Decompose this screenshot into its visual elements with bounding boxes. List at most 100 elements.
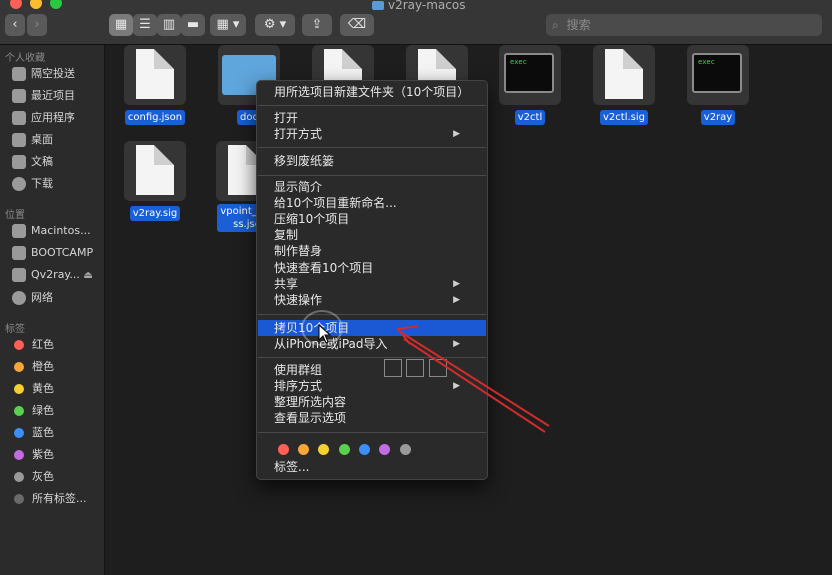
placeholder-square-icon <box>429 359 447 377</box>
menu-separator <box>258 432 486 433</box>
tag-button[interactable]: ⌫ <box>340 14 374 36</box>
file-item[interactable]: exec v2ctl <box>484 45 576 125</box>
share-button[interactable]: ⇪ <box>302 14 332 36</box>
sidebar-all-tags[interactable]: 所有标签... <box>12 490 87 508</box>
menu-item-move-to-trash[interactable]: 移到废纸篓 <box>274 153 334 169</box>
sidebar-item-applications[interactable]: 应用程序 <box>12 109 75 127</box>
applications-icon <box>12 111 26 125</box>
sidebar-tag-orange[interactable]: 橙色 <box>12 358 54 376</box>
file-item[interactable]: v2ctl.sig <box>578 45 670 125</box>
executable-icon: exec <box>499 45 561 105</box>
sidebar-locations-header: 位置 <box>5 210 25 221</box>
tag-color-yellow[interactable] <box>318 444 329 455</box>
tag-color-red[interactable] <box>278 444 289 455</box>
menu-item-show-view-options[interactable]: 查看显示选项 <box>274 410 346 426</box>
green-tag-icon <box>14 406 24 416</box>
sidebar-item-bootcamp[interactable]: BOOTCAMP <box>12 244 93 262</box>
folder-icon <box>372 1 384 10</box>
menu-item-make-alias[interactable]: 制作替身 <box>274 243 322 259</box>
close-window-button[interactable] <box>10 0 22 9</box>
menu-item-import-from-iphone[interactable]: 从iPhone或iPad导入 ▶ <box>274 336 470 352</box>
documents-icon <box>12 155 26 169</box>
document-icon <box>124 45 186 105</box>
minimize-window-button[interactable] <box>30 0 42 9</box>
file-item[interactable]: exec v2ray <box>672 45 764 125</box>
disk-icon <box>12 246 26 260</box>
menu-item-rename[interactable]: 给10个项目重新命名... <box>274 195 397 211</box>
menu-item-new-folder-with-selection[interactable]: 用所选项目新建文件夹（10个项目） <box>274 84 469 100</box>
search-placeholder: 搜索 <box>566 18 591 32</box>
column-view-button[interactable]: ▥ <box>157 14 181 36</box>
menu-item-quick-actions[interactable]: 快速操作 ▶ <box>274 292 470 308</box>
gallery-view-button[interactable]: ▬ <box>181 14 205 36</box>
eject-icon[interactable]: ⏏ <box>83 270 92 281</box>
disk-icon <box>12 268 26 282</box>
document-icon <box>593 45 655 105</box>
disk-icon <box>12 224 26 238</box>
menu-separator <box>258 175 486 176</box>
recents-icon <box>12 89 26 103</box>
red-tag-icon <box>14 340 24 350</box>
sidebar-item-recents[interactable]: 最近项目 <box>12 87 75 105</box>
sidebar-tag-yellow[interactable]: 黄色 <box>12 380 54 398</box>
list-view-button[interactable]: ☰ <box>133 14 157 36</box>
menu-item-open[interactable]: 打开 <box>274 110 298 126</box>
submenu-arrow-icon: ▶ <box>453 279 460 289</box>
sidebar-item-downloads[interactable]: 下载 <box>12 175 53 193</box>
tag-color-blue[interactable] <box>359 444 370 455</box>
orange-tag-icon <box>14 362 24 372</box>
tag-color-green[interactable] <box>339 444 350 455</box>
desktop-icon <box>12 133 26 147</box>
menu-separator <box>258 147 486 148</box>
sidebar-tags-header: 标签 <box>5 324 25 335</box>
icon-view-button[interactable]: ▦ <box>109 14 133 36</box>
menu-item-compress[interactable]: 压缩10个项目 <box>274 211 349 227</box>
search-input[interactable]: ⌕ 搜索 <box>546 14 822 36</box>
menu-separator <box>258 105 486 106</box>
window-title: v2ray-macos <box>372 0 465 12</box>
submenu-arrow-icon: ▶ <box>453 295 460 305</box>
menu-item-clean-up-selection[interactable]: 整理所选内容 <box>274 394 346 410</box>
zoom-window-button[interactable] <box>50 0 62 9</box>
menu-item-duplicate[interactable]: 复制 <box>274 227 298 243</box>
forward-button[interactable]: › <box>27 14 47 36</box>
all-tags-icon <box>14 494 24 504</box>
file-item[interactable]: config.json <box>109 45 201 125</box>
back-button[interactable]: ‹ <box>5 14 25 36</box>
sidebar-item-documents[interactable]: 文稿 <box>12 153 53 171</box>
sidebar-item-macintosh[interactable]: Macintos... <box>12 222 91 240</box>
sidebar-tag-blue[interactable]: 蓝色 <box>12 424 54 442</box>
tag-color-gray[interactable] <box>400 444 411 455</box>
yellow-tag-icon <box>14 384 24 394</box>
menu-item-quick-look[interactable]: 快速查看10个项目 <box>274 260 373 276</box>
context-menu: 用所选项目新建文件夹（10个项目） 打开 打开方式 ▶ 移到废纸篓 显示简介 给1… <box>256 80 488 480</box>
sidebar-item-desktop[interactable]: 桌面 <box>12 131 53 149</box>
sidebar-item-airdrop[interactable]: 隔空投送 <box>12 65 75 83</box>
menu-separator <box>258 357 486 358</box>
sidebar-tag-red[interactable]: 红色 <box>12 336 54 354</box>
sidebar-tag-green[interactable]: 绿色 <box>12 402 54 420</box>
tag-color-purple[interactable] <box>379 444 390 455</box>
menu-item-open-with[interactable]: 打开方式 ▶ <box>274 126 470 142</box>
document-icon <box>124 141 186 201</box>
placeholder-square-icon <box>384 359 402 377</box>
file-item[interactable]: v2ray.sig <box>109 141 201 221</box>
group-by-button[interactable]: ▦ ▾ <box>210 14 246 36</box>
menu-item-get-info[interactable]: 显示简介 <box>274 179 322 195</box>
action-gear-button[interactable]: ⚙ ▾ <box>255 14 295 36</box>
sidebar-tag-purple[interactable]: 紫色 <box>12 446 54 464</box>
sidebar-tag-gray[interactable]: 灰色 <box>12 468 54 486</box>
sidebar-item-qv2ray[interactable]: Qv2ray... ⏏ <box>12 266 93 284</box>
tag-color-orange[interactable] <box>298 444 309 455</box>
menu-item-use-groups[interactable]: 使用群组 <box>274 362 322 378</box>
menu-item-sort-by[interactable]: 排序方式 ▶ <box>274 378 470 394</box>
title-bar: v2ray-macos ‹ › ▦ ☰ ▥ ▬ ▦ ▾ ⚙ ▾ ⇪ ⌫ ⌕ 搜索 <box>0 0 832 45</box>
sidebar-item-network[interactable]: 网络 <box>12 289 53 307</box>
gray-tag-icon <box>14 472 24 482</box>
submenu-arrow-icon: ▶ <box>453 381 460 391</box>
sidebar: 个人收藏 隔空投送 最近项目 应用程序 桌面 文稿 下载 位置 Macintos… <box>0 45 105 575</box>
search-icon: ⌕ <box>552 18 559 32</box>
menu-item-tags[interactable]: 标签... <box>274 459 309 475</box>
menu-item-share[interactable]: 共享 ▶ <box>274 276 470 292</box>
purple-tag-icon <box>14 450 24 460</box>
